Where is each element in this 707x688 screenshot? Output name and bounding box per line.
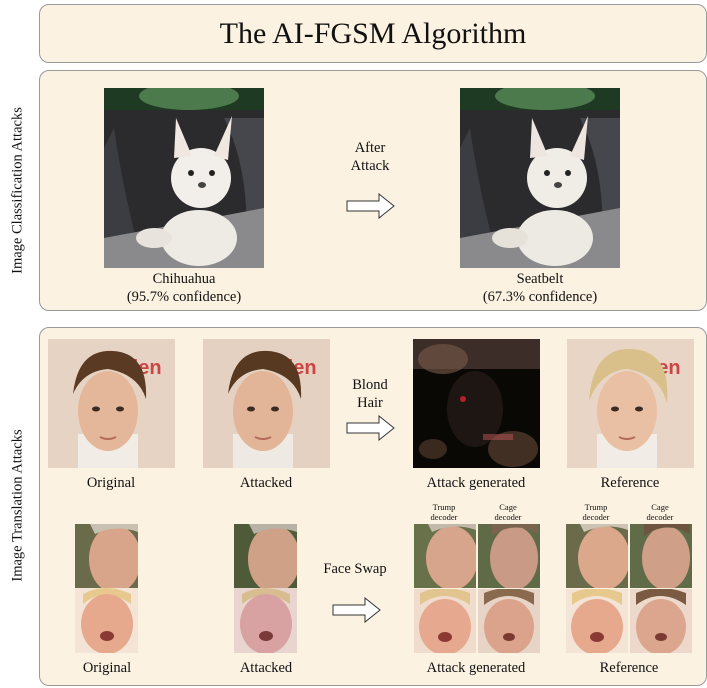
faceswap-reference-trump-bottom: [566, 589, 628, 653]
faceswap-generated-trump-bottom: [414, 589, 476, 653]
faceswap-attacked-image: [234, 524, 297, 653]
faceswap-generated-cage-bottom: [478, 589, 540, 653]
original-class-label: Chihuahua: [152, 271, 216, 287]
row1-caption-reference: Reference: [600, 475, 660, 491]
blond-hair-arrow: [346, 415, 395, 441]
cage-decoder-label-ref: Cage decoder: [646, 502, 674, 522]
after-attack-arrow: [346, 193, 395, 219]
arrow-label-attack: Attack: [350, 158, 390, 174]
faceswap-original-image: [75, 524, 138, 653]
row1-caption-attacked: Attacked: [239, 475, 293, 491]
trump-decoder-label-gen: Trump decoder: [430, 502, 458, 522]
faceswap-reference-trump-top: [566, 524, 628, 588]
translation-side-label: Image Translation Attacks: [9, 429, 26, 582]
attacked-confidence: (67.3% confidence): [482, 289, 598, 305]
face-swap-arrow: [332, 597, 381, 623]
chihuahua-attacked-image: [460, 88, 620, 268]
faceswap-generated-trump-top: [414, 524, 476, 588]
row2-caption-original: Original: [82, 660, 132, 676]
face-swap-label: Face Swap: [323, 561, 387, 577]
title-panel: The AI-FGSM Algorithm: [39, 4, 707, 63]
trump-decoder-label-ref: Trump decoder: [582, 502, 610, 522]
arrow-label-after: After: [354, 140, 386, 156]
row1-caption-original: Original: [86, 475, 136, 491]
row2-caption-attacked: Attacked: [239, 660, 293, 676]
boy-original-image: den: [48, 339, 175, 468]
classification-side-label: Image Classification Attacks: [9, 107, 26, 274]
faceswap-reference-cage-top: [630, 524, 692, 588]
row2-caption-attack-generated: Attack generated: [426, 660, 526, 676]
attacked-class-label: Seatbelt: [516, 271, 564, 287]
original-confidence: (95.7% confidence): [126, 289, 242, 305]
boy-attacked-image: den: [203, 339, 330, 468]
hair-label: Hair: [357, 395, 383, 411]
boy-reference-image: den: [567, 339, 694, 468]
chihuahua-original-image: [104, 88, 264, 268]
blond-label: Blond: [352, 377, 388, 393]
boy-attack-generated-image: [413, 339, 540, 468]
faceswap-generated-cage-top: [478, 524, 540, 588]
row1-caption-attack-generated: Attack generated: [426, 475, 526, 491]
cage-decoder-label-gen: Cage decoder: [494, 502, 522, 522]
faceswap-reference-cage-bottom: [630, 589, 692, 653]
row2-caption-reference: Reference: [599, 660, 659, 676]
figure-title: The AI-FGSM Algorithm: [219, 17, 527, 50]
